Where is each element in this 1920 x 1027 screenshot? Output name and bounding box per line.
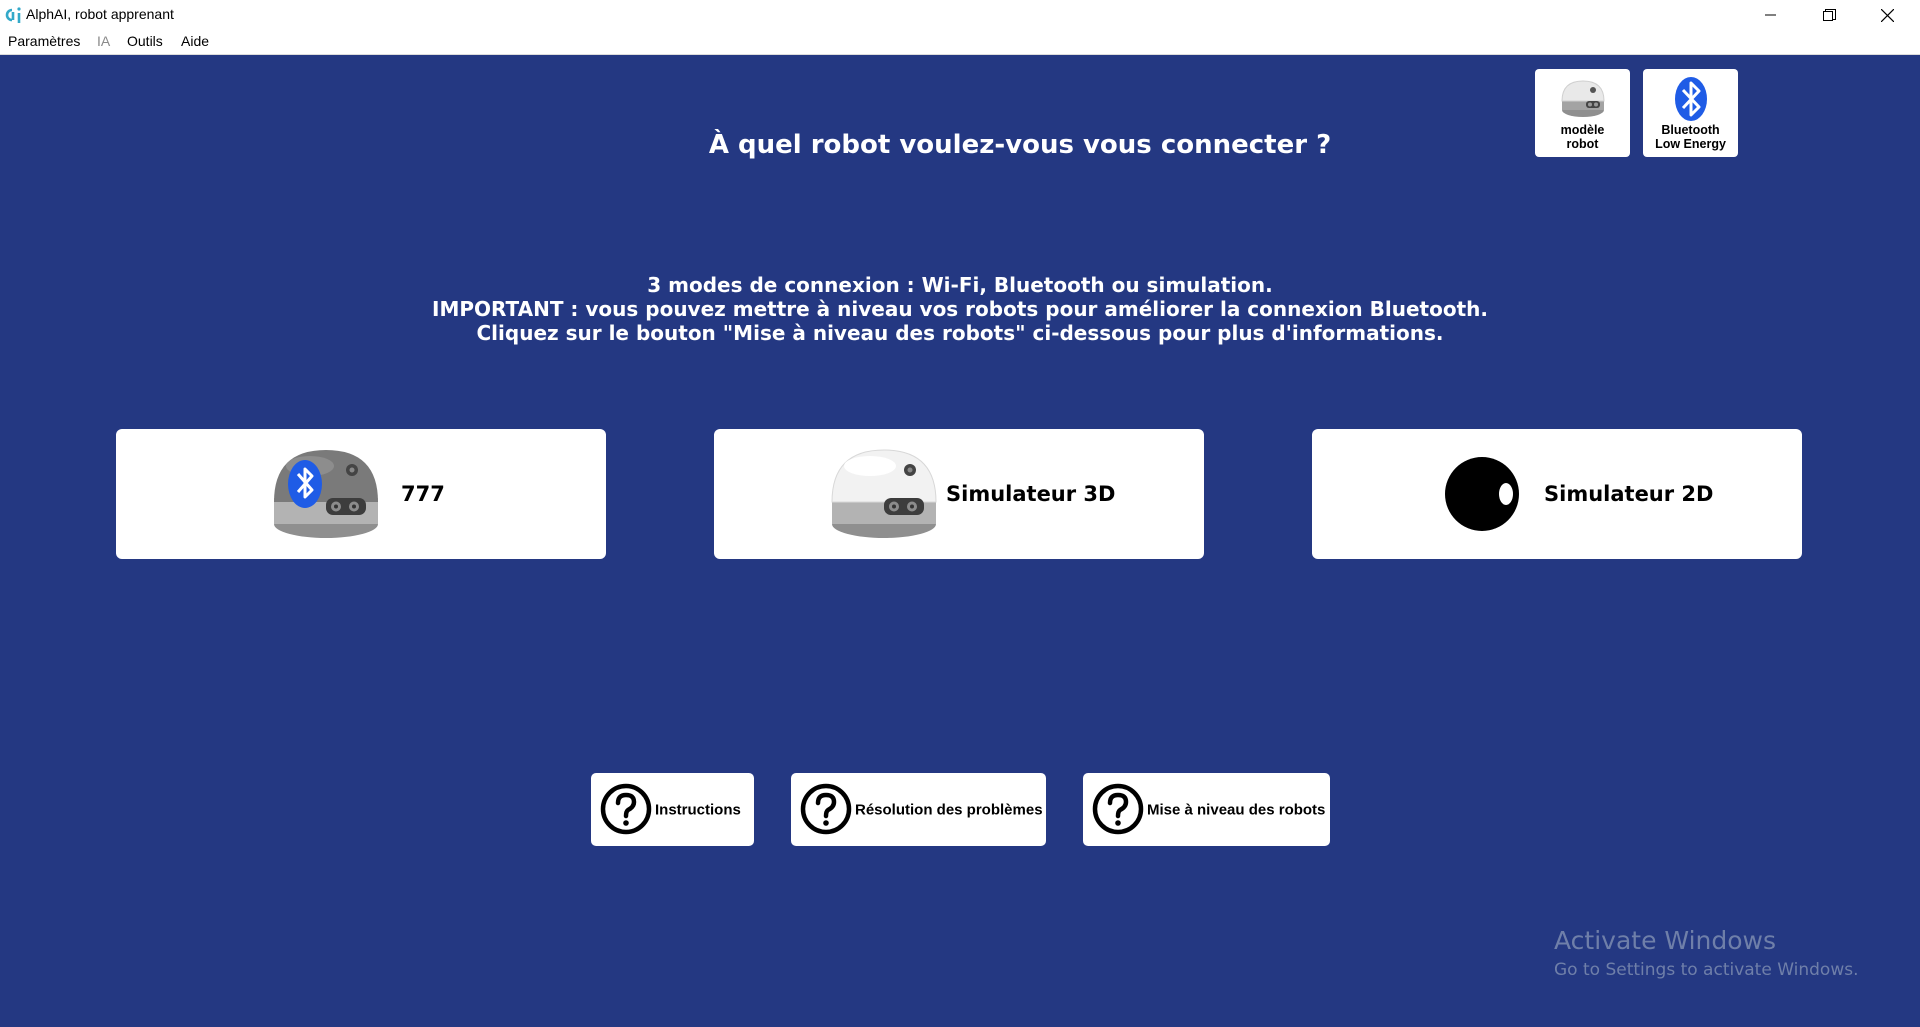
robot-upgrade-button[interactable]: Mise à niveau des robots (1083, 773, 1330, 846)
minimize-icon (1765, 14, 1776, 16)
menu-bar: Paramètres IA Outils Aide (0, 30, 1920, 55)
activation-watermark-subtitle: Go to Settings to activate Windows. (1554, 960, 1859, 980)
robot-2d-icon (1445, 457, 1519, 531)
robot-card-777[interactable]: 777 (116, 429, 606, 559)
activation-watermark-title: Activate Windows (1554, 926, 1776, 955)
restore-button[interactable] (1806, 0, 1852, 30)
instructions-button[interactable]: Instructions (591, 773, 754, 846)
minimize-button[interactable] (1748, 0, 1794, 30)
close-icon (1880, 8, 1894, 22)
robot-name-777: 777 (401, 482, 445, 506)
app-logo-icon (5, 7, 21, 23)
robot-card-simulateur-2d[interactable]: Simulateur 2D (1312, 429, 1802, 559)
menu-parametres[interactable]: Paramètres (8, 33, 80, 49)
robot-name-simulateur-3d: Simulateur 3D (946, 482, 1116, 506)
close-window-button[interactable] (1864, 0, 1910, 30)
question-icon (800, 783, 852, 835)
robot-model-icon (1560, 80, 1605, 117)
troubleshooting-label: Résolution des problèmes (855, 801, 1043, 818)
troubleshooting-button[interactable]: Résolution des problèmes (791, 773, 1046, 846)
menu-outils[interactable]: Outils (127, 33, 163, 49)
menu-ia[interactable]: IA (97, 33, 110, 49)
page-title: À quel robot voulez-vous vous connecter … (708, 130, 1332, 160)
instructions-label: Instructions (655, 801, 741, 818)
robot-upgrade-label: Mise à niveau des robots (1147, 801, 1326, 818)
robot-3d-icon (831, 449, 937, 538)
info-line-2: IMPORTANT : vous pouvez mettre à niveau … (432, 297, 1488, 321)
title-bar: AlphAI, robot apprenant (0, 0, 1920, 30)
menu-aide[interactable]: Aide (181, 33, 209, 49)
info-line-3: Cliquez sur le bouton "Mise à niveau des… (476, 321, 1444, 345)
window-title: AlphAI, robot apprenant (26, 6, 174, 22)
robot-card-simulateur-3d[interactable]: Simulateur 3D (714, 429, 1204, 559)
question-icon (1092, 783, 1144, 835)
robot-name-simulateur-2d: Simulateur 2D (1544, 482, 1714, 506)
bluetooth-icon (1674, 77, 1707, 121)
bluetooth-robot-icon (274, 450, 378, 538)
question-icon (600, 783, 652, 835)
info-line-1: 3 modes de connexion : Wi-Fi, Bluetooth … (647, 273, 1273, 297)
restore-icon (1822, 8, 1836, 21)
